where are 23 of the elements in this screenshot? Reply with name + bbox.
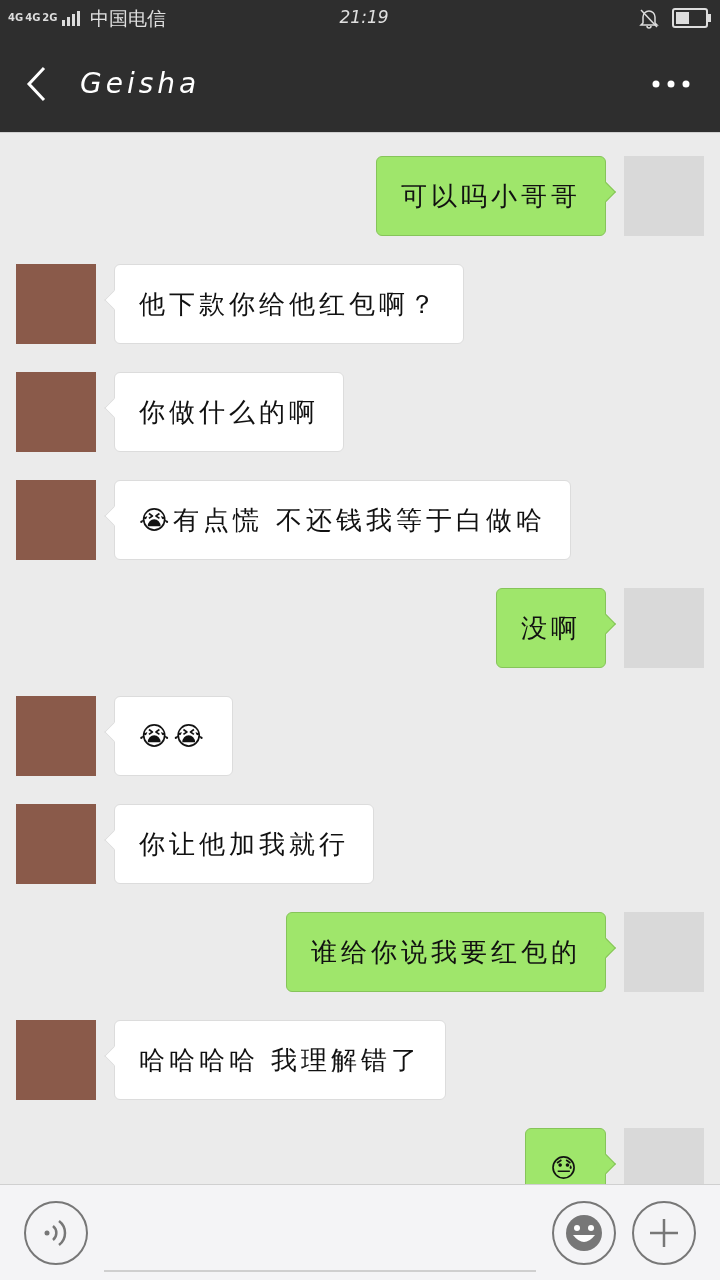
avatar-photo-placeholder[interactable] xyxy=(16,372,96,452)
network-type: 2G xyxy=(42,13,58,23)
muted-bell-icon xyxy=(638,7,660,29)
signal-icon xyxy=(61,10,82,26)
voice-button[interactable] xyxy=(24,1200,88,1265)
back-chevron-icon xyxy=(26,66,46,102)
more-dots-icon xyxy=(652,80,690,88)
network-type: 4G xyxy=(8,13,24,23)
smiley-icon xyxy=(564,1212,604,1253)
avatar-photo-placeholder[interactable] xyxy=(16,1020,96,1100)
avatar-photo-placeholder[interactable] xyxy=(16,264,96,344)
plus-icon xyxy=(648,1216,680,1249)
avatar-photo-placeholder[interactable] xyxy=(16,480,96,560)
emoji-button[interactable] xyxy=(552,1200,616,1265)
network-type: 4G xyxy=(25,13,41,23)
avatar-photo-placeholder[interactable] xyxy=(16,696,96,776)
plus-button[interactable] xyxy=(632,1200,696,1265)
carrier-name: 中国电信 xyxy=(89,5,166,31)
battery-icon xyxy=(672,8,712,28)
avatar-photo-placeholder[interactable] xyxy=(16,804,96,884)
clock-time: 21:19 xyxy=(339,6,389,30)
avatar-photo-placeholder[interactable] xyxy=(624,1128,704,1184)
chat-title: Geisha xyxy=(80,66,201,102)
